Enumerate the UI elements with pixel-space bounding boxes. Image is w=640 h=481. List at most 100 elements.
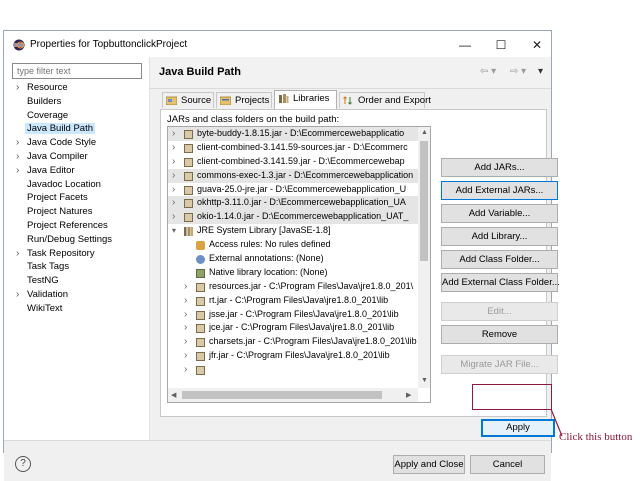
tree-row[interactable]: ▾ JRE System Library [JavaSE-1.8] <box>168 224 418 238</box>
nav-item[interactable]: Project Natures <box>12 205 146 219</box>
maximize-button[interactable]: ☐ <box>486 35 516 55</box>
title-bar[interactable]: Properties for TopbuttonclickProject — ☐… <box>4 31 551 59</box>
view-menu-icon[interactable]: ▾ <box>538 66 543 77</box>
expand-arrow-icon[interactable]: › <box>172 196 175 210</box>
apply-button[interactable]: Apply <box>481 419 555 437</box>
tree-row[interactable]: › guava-25.0-jre.jar - D:\Ecommercewebapp… <box>168 183 418 197</box>
nav-item[interactable]: Project Facets <box>12 191 146 205</box>
tree-row[interactable]: › jfr.jar - C:\Program Files\Java\jre1.8.… <box>168 349 418 363</box>
page-header: Java Build Path ⇦ ▾ ⇨ ▾ ▾ <box>150 57 551 89</box>
expand-arrow-icon[interactable]: › <box>184 335 187 349</box>
expand-arrow-icon[interactable]: › <box>16 247 19 261</box>
build-path-tree[interactable]: › byte-buddy-1.8.15.jar - D:\Ecommerceweb… <box>167 126 431 403</box>
vertical-scrollbar[interactable]: ▲ ▼ <box>418 127 430 388</box>
nav-item[interactable]: Builders <box>12 95 146 109</box>
expand-arrow-icon[interactable]: › <box>172 141 175 155</box>
nav-item[interactable]: › Java Code Style <box>12 136 146 150</box>
tree-row-label: client-combined-3.141.59-sources.jar - D… <box>197 141 408 152</box>
tree-row[interactable]: › resources.jar - C:\Program Files\Java\j… <box>168 280 418 294</box>
nav-item[interactable]: › Validation <box>12 288 146 302</box>
tab-projects[interactable]: Projects <box>216 92 272 108</box>
tree-row[interactable]: External annotations: (None) <box>168 252 418 266</box>
tree-row-label: Native library location: (None) <box>209 266 328 277</box>
nav-item[interactable]: Javadoc Location <box>12 178 146 192</box>
nav-item[interactable]: Project References <box>12 219 146 233</box>
tree-row[interactable]: › charsets.jar - C:\Program Files\Java\jr… <box>168 335 418 349</box>
nav-item[interactable]: TestNG <box>12 274 146 288</box>
add-library-button[interactable]: Add Library... <box>441 227 558 246</box>
filter-input[interactable] <box>12 63 142 79</box>
add-jars-button[interactable]: Add JARs... <box>441 158 558 177</box>
add-external-jars-button[interactable]: Add External JARs... <box>441 181 558 200</box>
back-arrow-icon[interactable]: ⇦ ▾ <box>480 66 496 77</box>
jar-icon <box>196 338 205 348</box>
tree-row[interactable]: › okio-1.14.0.jar - D:\Ecommercewebapplic… <box>168 210 418 225</box>
dialog-footer: ? Apply and Close Cancel <box>4 440 551 481</box>
expand-arrow-icon[interactable]: › <box>172 169 175 183</box>
expand-arrow-icon[interactable]: › <box>172 183 175 197</box>
vertical-scroll-thumb[interactable] <box>420 141 428 261</box>
tree-row[interactable]: › jce.jar - C:\Program Files\Java\jre1.8.… <box>168 321 418 335</box>
tree-row-label: byte-buddy-1.8.15.jar - D:\Ecommerceweba… <box>197 128 405 138</box>
expand-arrow-icon[interactable]: › <box>16 136 19 150</box>
horizontal-scrollbar[interactable]: ◀ ▶ <box>168 388 418 402</box>
tree-row[interactable]: › rt.jar - C:\Program Files\Java\jre1.8.0… <box>168 294 418 308</box>
nav-item-label: Javadoc Location <box>27 178 101 190</box>
scroll-down-icon[interactable]: ▼ <box>421 377 428 384</box>
expand-arrow-icon[interactable]: › <box>16 150 19 164</box>
edit-button[interactable]: Edit... <box>441 302 558 321</box>
add-class-folder-button[interactable]: Add Class Folder... <box>441 250 558 269</box>
tree-row-label: resources.jar - C:\Program Files\Java\jr… <box>209 280 414 291</box>
expand-arrow-icon[interactable]: › <box>16 288 19 302</box>
add-external-class-folder-button[interactable]: Add External Class Folder... <box>441 273 560 292</box>
collapse-arrow-icon[interactable]: ▾ <box>172 224 176 238</box>
tab-source[interactable]: Source <box>162 92 214 108</box>
nav-item[interactable]: › Resource <box>12 81 146 95</box>
tree-row[interactable]: Native library location: (None) <box>168 266 418 280</box>
close-button[interactable]: ✕ <box>522 35 552 55</box>
tree-row-label: okio-1.14.0.jar - D:\Ecommercewebapplica… <box>197 211 409 222</box>
nav-item[interactable]: Run/Debug Settings <box>12 233 146 247</box>
scroll-up-icon[interactable]: ▲ <box>421 129 428 136</box>
minimize-button[interactable]: — <box>450 35 480 55</box>
migrate-jar-button[interactable]: Migrate JAR File... <box>441 355 558 374</box>
expand-arrow-icon[interactable]: › <box>172 127 175 141</box>
forward-arrow-icon[interactable]: ⇨ ▾ <box>510 66 526 77</box>
expand-arrow-icon[interactable]: › <box>184 321 187 335</box>
cancel-button[interactable]: Cancel <box>470 455 545 474</box>
tree-row[interactable]: Access rules: No rules defined <box>168 238 418 252</box>
expand-arrow-icon[interactable]: › <box>184 363 187 377</box>
nav-item[interactable]: Task Tags <box>12 260 146 274</box>
expand-arrow-icon[interactable]: › <box>172 155 175 169</box>
tree-row[interactable]: › client-combined-3.141.59-sources.jar - … <box>168 141 418 155</box>
scroll-right-icon[interactable]: ▶ <box>406 391 411 399</box>
apply-and-close-button[interactable]: Apply and Close <box>393 455 465 474</box>
help-icon[interactable]: ? <box>15 456 31 472</box>
tree-row[interactable]: › okhttp-3.11.0.jar - D:\Ecommercewebappl… <box>168 196 418 211</box>
tree-row[interactable]: › byte-buddy-1.8.15.jar - D:\Ecommerceweb… <box>168 127 418 141</box>
scroll-left-icon[interactable]: ◀ <box>171 391 176 399</box>
horizontal-scroll-thumb[interactable] <box>182 391 382 399</box>
expand-arrow-icon[interactable]: › <box>184 308 187 322</box>
tree-row[interactable]: › <box>168 363 418 377</box>
nav-item[interactable]: › Java Compiler <box>12 150 146 164</box>
expand-arrow-icon[interactable]: › <box>16 81 19 95</box>
add-variable-button[interactable]: Add Variable... <box>441 204 558 223</box>
expand-arrow-icon[interactable]: › <box>184 349 187 363</box>
expand-arrow-icon[interactable]: › <box>16 164 19 178</box>
expand-arrow-icon[interactable]: › <box>184 294 187 308</box>
expand-arrow-icon[interactable]: › <box>172 210 175 224</box>
tab-libraries[interactable]: Libraries <box>274 90 337 109</box>
nav-item[interactable]: › Java Editor <box>12 164 146 178</box>
expand-arrow-icon[interactable]: › <box>184 280 187 294</box>
nav-item[interactable]: Java Build Path <box>12 122 146 136</box>
tree-row[interactable]: › commons-exec-1.3.jar - D:\Ecommerceweba… <box>168 168 418 183</box>
nav-item[interactable]: Coverage <box>12 109 146 123</box>
nav-item[interactable]: › Task Repository <box>12 247 146 261</box>
nav-item-label: Project References <box>27 219 108 231</box>
tab-order-and-export[interactable]: Order and Export <box>339 92 431 108</box>
tree-row[interactable]: › jsse.jar - C:\Program Files\Java\jre1.8… <box>168 308 418 322</box>
nav-item[interactable]: WikiText <box>12 302 146 316</box>
remove-button[interactable]: Remove <box>441 325 558 344</box>
tree-row[interactable]: › client-combined-3.141.59.jar - D:\Ecomm… <box>168 155 418 169</box>
